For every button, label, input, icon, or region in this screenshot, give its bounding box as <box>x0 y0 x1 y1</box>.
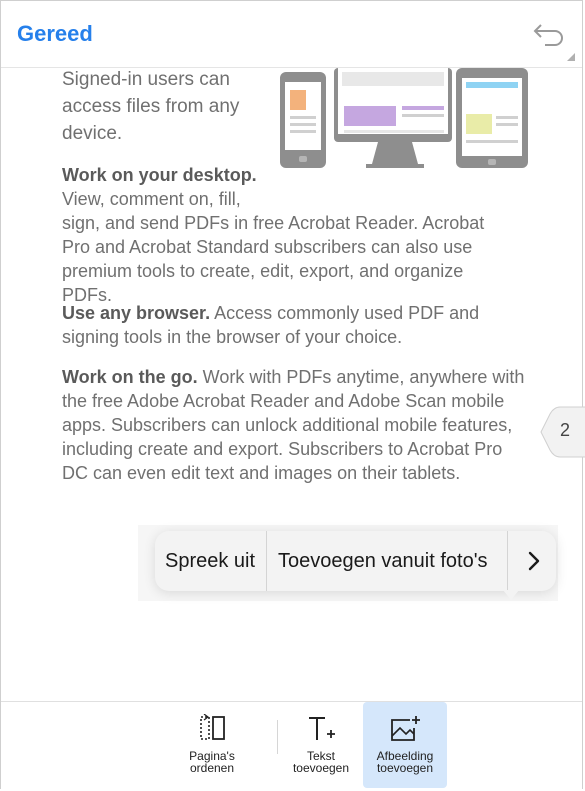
toolbar-divider <box>277 720 278 754</box>
add-image-label: Afbeelding toevoegen <box>376 749 434 775</box>
go-paragraph: Work on the go. Work with PDFs anytime, … <box>62 365 527 485</box>
top-bar: Gereed <box>1 1 582 68</box>
menu-divider <box>507 531 508 591</box>
arrange-pages-button[interactable]: Pagina's ordenen <box>173 702 251 788</box>
speak-menu-item[interactable]: Spreek uit <box>165 531 255 591</box>
browser-title: Use any browser. <box>62 303 211 323</box>
context-menu: Spreek uit Toevoegen vanuit foto's <box>155 531 556 591</box>
undo-icon[interactable] <box>531 19 567 49</box>
desktop-paragraph-body: sign, and send PDFs in free Acrobat Read… <box>62 213 485 305</box>
add-image-icon <box>391 716 420 741</box>
bottom-toolbar: Pagina's ordenen Tekst toevoegen Afbeeld… <box>1 701 582 789</box>
browser-paragraph: Use any browser. Access commonly used PD… <box>62 301 492 349</box>
add-from-photos-menu-item[interactable]: Toevoegen vanuit foto's <box>278 531 488 591</box>
devices-illustration <box>280 68 530 172</box>
desktop-paragraph-head: Work on your desktop. View, comment on, … <box>62 163 262 211</box>
add-text-label: Tekst toevoegen <box>292 749 350 775</box>
add-text-icon <box>309 717 335 740</box>
page-number: 2 <box>560 420 571 440</box>
arrange-pages-icon <box>200 714 225 740</box>
arrange-pages-label: Pagina's ordenen <box>189 749 235 775</box>
menu-divider <box>266 531 267 591</box>
desktop-line1: View, comment on, fill, <box>62 189 241 209</box>
signed-in-text: Signed-in users can access files from an… <box>62 69 240 144</box>
add-text-button[interactable]: Tekst toevoegen <box>283 702 359 788</box>
context-menu-tail <box>503 590 519 600</box>
add-image-button[interactable]: Afbeelding toevoegen <box>363 702 447 788</box>
go-title: Work on the go. <box>62 367 198 387</box>
desktop-title: Work on your desktop. <box>62 165 257 185</box>
done-button[interactable]: Gereed <box>17 21 93 47</box>
resize-corner-icon <box>567 53 575 61</box>
chevron-right-icon[interactable] <box>519 531 549 591</box>
